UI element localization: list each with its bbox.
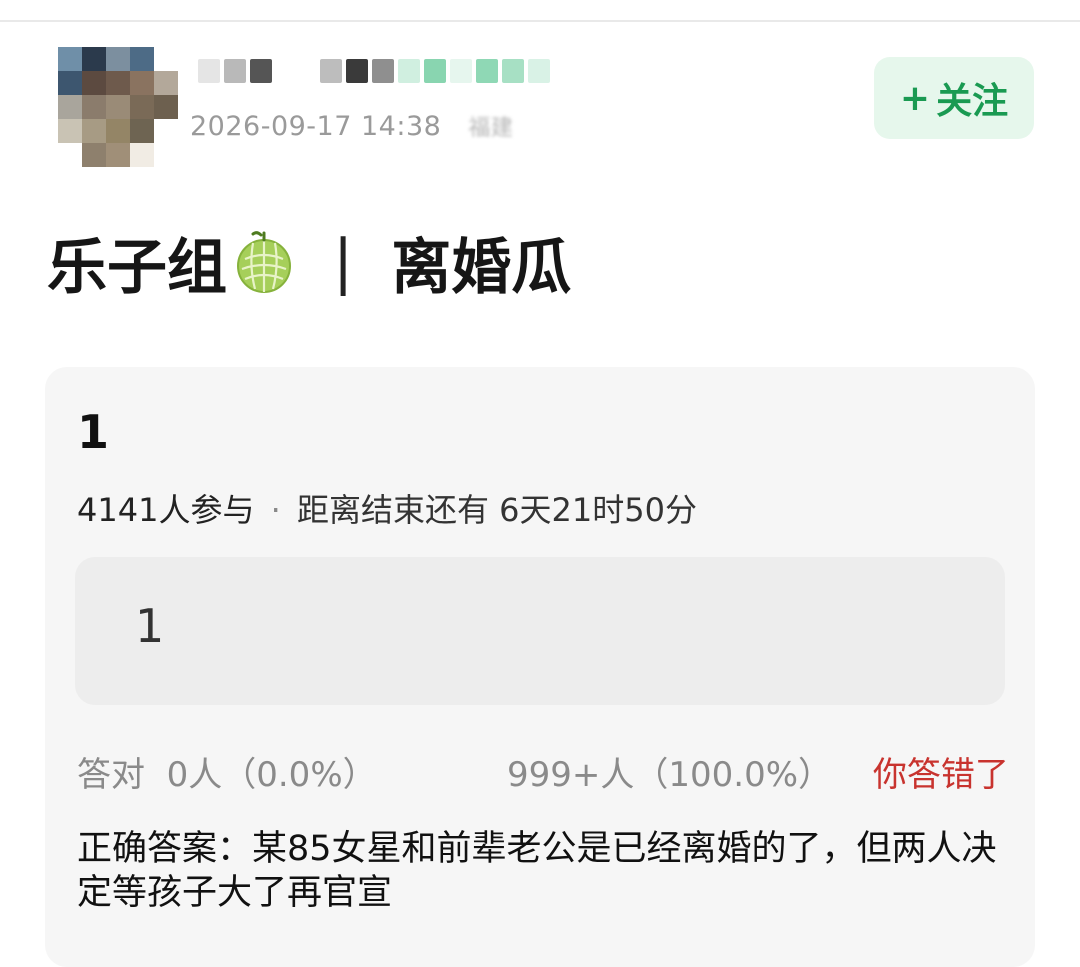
poll-countdown: 距离结束还有 6天21时50分 [296, 491, 697, 529]
correct-stats: 答对 0人（0.0%） [77, 755, 377, 795]
avatar[interactable] [58, 47, 178, 167]
poll-title: 1 [77, 405, 110, 459]
wrong-stats: 999+人（100.0%） [507, 755, 833, 795]
poll-results: 答对 0人（0.0%） 999+人（100.0%） 你答错了 [77, 747, 1009, 796]
title-separator: | [333, 227, 354, 297]
poll-option-label: 1 [135, 599, 165, 653]
follow-button[interactable]: + 关注 [874, 57, 1034, 139]
wrong-answer-label: 你答错了 [872, 755, 1009, 795]
follow-label: 关注 [936, 81, 1009, 122]
username-blurred[interactable] [198, 46, 618, 96]
poll-card: 1 4141人参与 · 距离结束还有 6天21时50分 1 答对 0人（0.0%… [45, 367, 1035, 967]
post-meta: 2026-09-17 14:38 福建 [190, 110, 513, 142]
participant-count: 4141人参与 [77, 491, 255, 529]
title-part2: 离婚瓜 [391, 232, 572, 303]
stats-separator: · [270, 491, 281, 529]
top-divider [0, 20, 1080, 22]
correct-answer: 正确答案：某85女星和前辈老公是已经离婚的了，但两人决定等孩子大了再官宣 [77, 829, 997, 913]
title-part1: 乐子组 [47, 232, 227, 303]
wrong-stats-group: 999+人（100.0%） 你答错了 [507, 747, 1009, 796]
poll-option[interactable]: 1 [75, 557, 1005, 705]
melon-icon [231, 229, 297, 295]
poll-stats: 4141人参与 · 距离结束还有 6天21时50分 [77, 485, 697, 531]
plus-icon: + [899, 77, 931, 119]
post-timestamp: 2026-09-17 14:38 [190, 111, 442, 142]
post-title: 乐子组 | 离婚瓜 [47, 222, 571, 303]
post-location: 福建 [468, 116, 514, 141]
